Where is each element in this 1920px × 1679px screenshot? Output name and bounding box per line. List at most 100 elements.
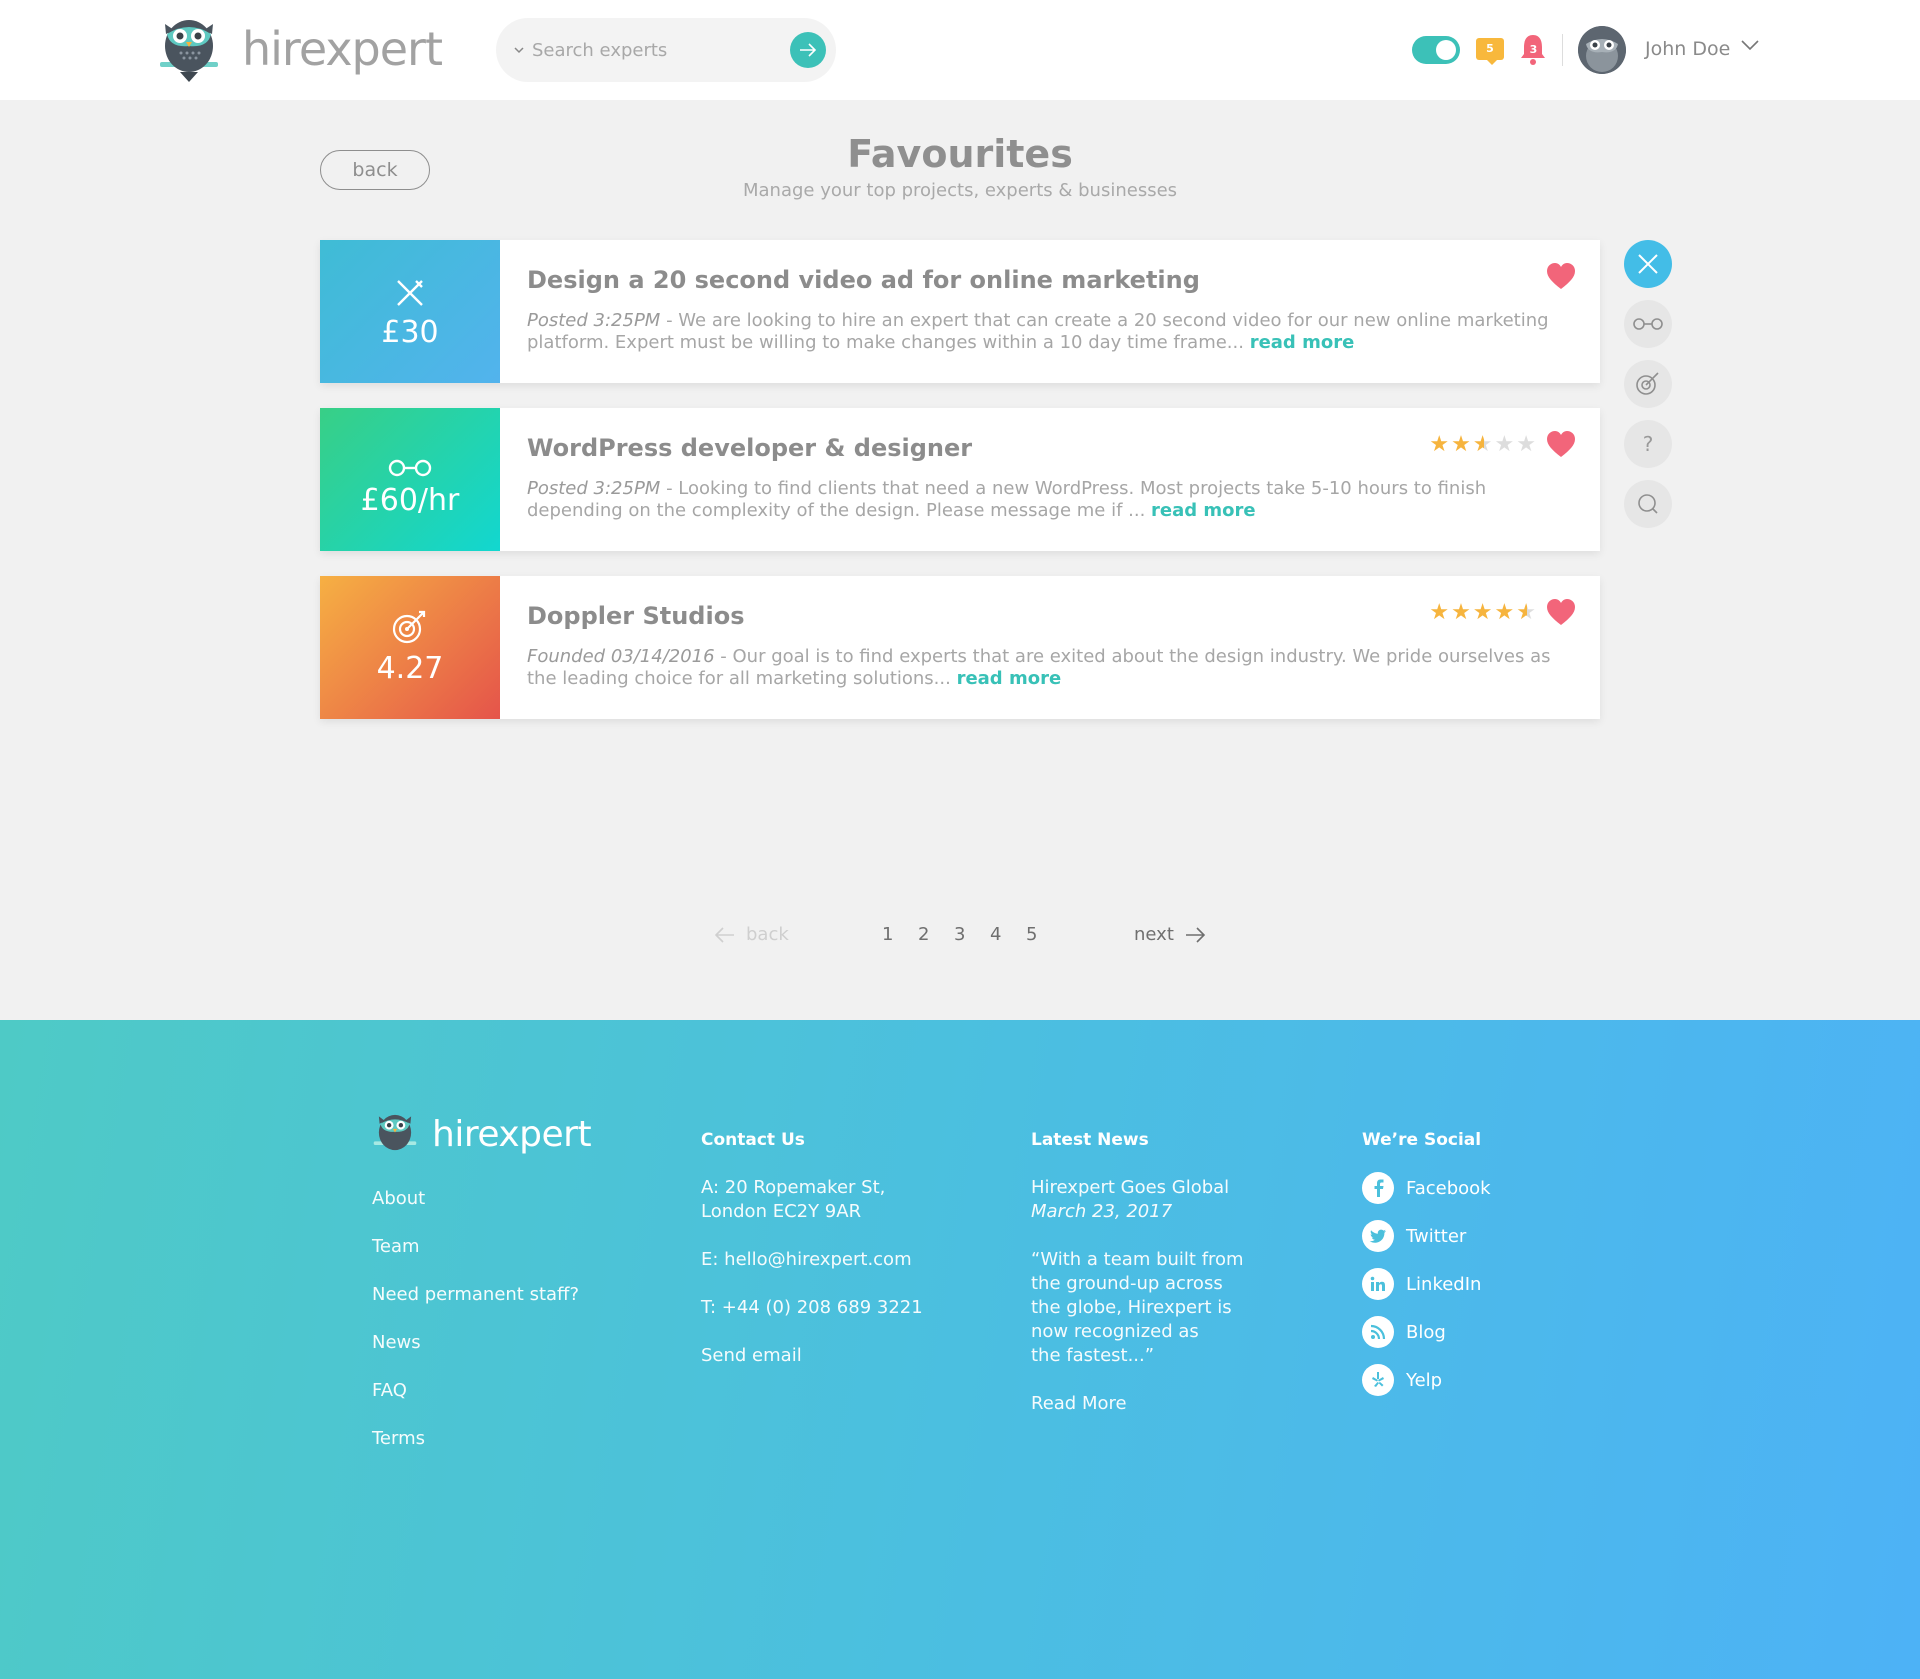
user-name[interactable]: John Doe bbox=[1645, 38, 1730, 60]
footer-link-team[interactable]: Team bbox=[372, 1236, 420, 1257]
social-linkedin[interactable]: LinkedIn bbox=[1362, 1268, 1481, 1300]
news-quote-line: the fastest...” bbox=[1031, 1345, 1155, 1366]
brand-logo[interactable]: hirexpert bbox=[158, 16, 443, 82]
news-quote-line: “With a team built from bbox=[1031, 1249, 1244, 1270]
search-submit-button[interactable] bbox=[790, 32, 826, 68]
chevron-down-icon[interactable] bbox=[1740, 38, 1760, 52]
star-icon: ★ bbox=[1451, 600, 1473, 625]
card-description: Founded 03/14/2016 - Our goal is to find… bbox=[527, 646, 1557, 690]
messages-badge[interactable]: 5 bbox=[1476, 38, 1504, 65]
tile-value: 4.27 bbox=[376, 651, 444, 686]
contact-address-line2: London EC2Y 9AR bbox=[701, 1201, 862, 1222]
filter-experts-button[interactable] bbox=[1624, 300, 1672, 348]
target-icon bbox=[1636, 372, 1659, 395]
twitter-icon bbox=[1362, 1220, 1394, 1252]
page-subtitle: Manage your top projects, experts & busi… bbox=[742, 180, 1178, 201]
pagination-back[interactable]: back bbox=[714, 924, 789, 945]
help-button[interactable]: ? bbox=[1624, 420, 1672, 468]
heart-icon[interactable] bbox=[1546, 430, 1576, 458]
card-title[interactable]: WordPress developer & designer bbox=[527, 434, 972, 462]
page-link[interactable]: 1 bbox=[882, 924, 893, 945]
card-title[interactable]: Doppler Studios bbox=[527, 602, 745, 630]
search-button[interactable] bbox=[1624, 480, 1672, 528]
social-blog[interactable]: Blog bbox=[1362, 1316, 1446, 1348]
news-quote-line: the ground-up across bbox=[1031, 1273, 1223, 1294]
contact-phone[interactable]: T: +44 (0) 208 689 3221 bbox=[701, 1296, 923, 1320]
yelp-icon bbox=[1362, 1364, 1394, 1396]
social-label: Blog bbox=[1406, 1321, 1446, 1343]
chevron-down-icon[interactable] bbox=[514, 44, 524, 57]
star-icon: ★ bbox=[1429, 600, 1452, 625]
linkedin-icon bbox=[1362, 1268, 1394, 1300]
read-more-link[interactable]: read more bbox=[1250, 332, 1355, 353]
page-link[interactable]: 3 bbox=[954, 924, 965, 945]
card-title[interactable]: Design a 20 second video ad for online m… bbox=[527, 266, 1200, 294]
card-meta: Posted 3:25PM bbox=[527, 310, 661, 331]
star-icon: ★ bbox=[1472, 432, 1495, 457]
footer-link-permanent-staff[interactable]: Need permanent staff? bbox=[372, 1284, 579, 1305]
footer-link-faq[interactable]: FAQ bbox=[372, 1380, 407, 1401]
favourite-card-expert[interactable]: £60/hr WordPress developer & designer Po… bbox=[320, 408, 1600, 551]
facebook-icon bbox=[1362, 1172, 1394, 1204]
footer-link-about[interactable]: About bbox=[372, 1188, 425, 1209]
contact-address-line1: A: 20 Ropemaker St, bbox=[701, 1177, 886, 1198]
rss-icon bbox=[1362, 1316, 1394, 1348]
social-yelp[interactable]: Yelp bbox=[1362, 1364, 1442, 1396]
brand-name: hirexpert bbox=[242, 22, 443, 76]
card-meta: Posted 3:25PM bbox=[527, 478, 661, 499]
owl-logo-icon bbox=[160, 20, 218, 82]
social-label: Facebook bbox=[1406, 1177, 1491, 1199]
footer-link-terms[interactable]: Terms bbox=[372, 1428, 425, 1449]
notifications-count: 3 bbox=[1529, 43, 1538, 56]
filter-businesses-button[interactable] bbox=[1624, 360, 1672, 408]
page-link[interactable]: 4 bbox=[990, 924, 1001, 945]
news-heading: Latest News bbox=[1031, 1130, 1149, 1150]
news-date: March 23, 2017 bbox=[1031, 1201, 1173, 1222]
star-icon: ★ bbox=[1451, 432, 1473, 457]
page-link[interactable]: 2 bbox=[918, 924, 929, 945]
pagination-next[interactable]: next bbox=[1134, 924, 1206, 945]
news-headline[interactable]: Hirexpert Goes Global bbox=[1031, 1176, 1229, 1200]
social-heading: We’re Social bbox=[1362, 1130, 1482, 1150]
news-quote-line: now recognized as bbox=[1031, 1321, 1199, 1342]
search-input[interactable] bbox=[532, 39, 772, 61]
page-link[interactable]: 5 bbox=[1026, 924, 1037, 945]
social-label: LinkedIn bbox=[1406, 1273, 1482, 1295]
footer-brand-name: hirexpert bbox=[432, 1113, 592, 1155]
card-description: Posted 3:25PM - We are looking to hire a… bbox=[527, 310, 1557, 354]
star-icon: ★ bbox=[1472, 600, 1495, 625]
send-email-link[interactable]: Send email bbox=[701, 1344, 802, 1368]
footer-logo[interactable]: hirexpert bbox=[372, 1112, 592, 1156]
social-facebook[interactable]: Facebook bbox=[1362, 1172, 1491, 1204]
favourite-card-project[interactable]: £30 Design a 20 second video ad for onli… bbox=[320, 240, 1600, 383]
social-twitter[interactable]: Twitter bbox=[1362, 1220, 1466, 1252]
owl-logo-icon bbox=[373, 1114, 417, 1151]
price-tile: £30 bbox=[320, 240, 500, 383]
star-rating: ★★★★★ bbox=[1429, 600, 1538, 625]
star-icon: ★ bbox=[1516, 432, 1538, 457]
tile-value: £60/hr bbox=[360, 483, 460, 518]
pencil-ruler-icon bbox=[397, 280, 423, 306]
toggle-knob bbox=[1436, 40, 1456, 60]
filter-projects-button[interactable] bbox=[1624, 240, 1672, 288]
contact-email[interactable]: E: hello@hirexpert.com bbox=[701, 1248, 912, 1272]
heart-icon[interactable] bbox=[1546, 598, 1576, 626]
availability-toggle[interactable] bbox=[1412, 36, 1460, 64]
news-read-more-link[interactable]: Read More bbox=[1031, 1392, 1127, 1416]
star-icon: ★ bbox=[1494, 600, 1517, 625]
read-more-link[interactable]: read more bbox=[1151, 500, 1256, 521]
card-meta: Founded 03/14/2016 bbox=[527, 646, 715, 667]
avatar[interactable] bbox=[1578, 26, 1626, 74]
pagination-next-label: next bbox=[1134, 924, 1174, 945]
star-icon: ★ bbox=[1516, 600, 1538, 625]
score-tile: 4.27 bbox=[320, 576, 500, 719]
heart-icon[interactable] bbox=[1546, 262, 1576, 290]
favourite-card-business[interactable]: 4.27 Doppler Studios Founded 03/14/2016 … bbox=[320, 576, 1600, 719]
card-text: - Looking to find clients that need a ne… bbox=[527, 478, 1487, 521]
read-more-link[interactable]: read more bbox=[957, 668, 1062, 689]
card-text: - We are looking to hire an expert that … bbox=[527, 310, 1549, 353]
pencil-ruler-icon bbox=[1638, 254, 1658, 274]
arrow-left-icon bbox=[714, 926, 734, 943]
footer-link-news[interactable]: News bbox=[372, 1332, 421, 1353]
news-quote-line: the globe, Hirexpert is bbox=[1031, 1297, 1232, 1318]
